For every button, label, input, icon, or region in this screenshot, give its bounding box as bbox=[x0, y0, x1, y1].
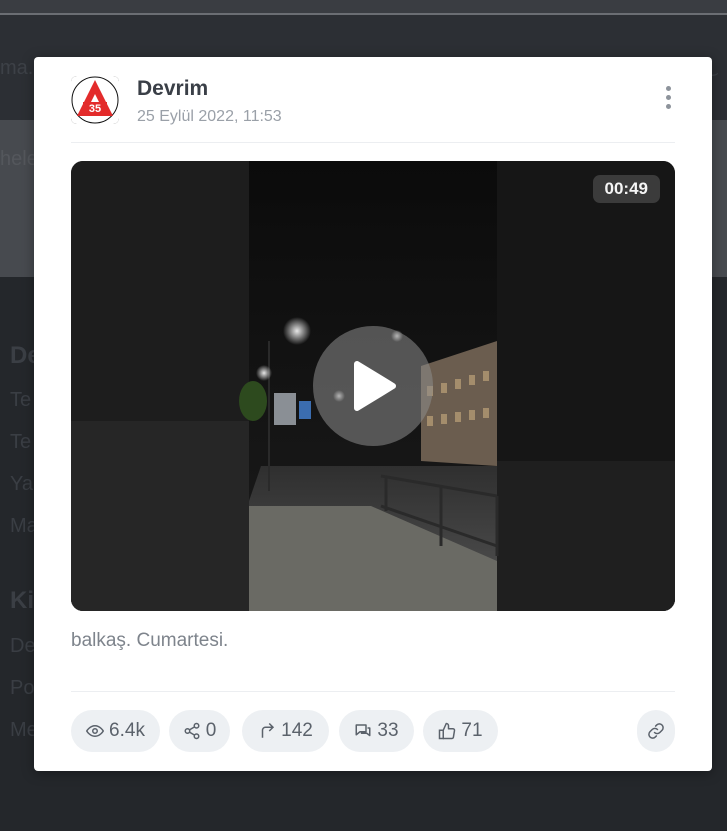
post-header: 35 Devrim 25 Eylül 2022, 11:53 bbox=[71, 76, 675, 143]
link-icon bbox=[648, 723, 664, 739]
copy-link-button[interactable] bbox=[637, 710, 675, 752]
avatar[interactable]: 35 bbox=[71, 76, 119, 124]
likes-count: 71 bbox=[461, 720, 483, 741]
forwards-count: 142 bbox=[281, 720, 313, 741]
share-icon bbox=[184, 722, 200, 740]
more-options-button[interactable] bbox=[661, 82, 675, 116]
forwards-stat[interactable]: 142 bbox=[242, 710, 329, 752]
eye-icon bbox=[86, 724, 105, 738]
divider bbox=[71, 691, 675, 692]
post-caption: balkaş. Cumartesi. bbox=[71, 630, 229, 651]
views-stat[interactable]: 6.4k bbox=[71, 710, 160, 752]
likes-stat[interactable]: 71 bbox=[423, 710, 498, 752]
shares-stat[interactable]: 0 bbox=[169, 710, 230, 752]
forward-arrow-icon bbox=[261, 722, 275, 738]
post-modal: 35 Devrim 25 Eylül 2022, 11:53 00:49 bal… bbox=[34, 57, 712, 771]
background-item: Ya bbox=[10, 473, 33, 495]
post-date: 25 Eylül 2022, 11:53 bbox=[137, 108, 282, 125]
play-icon bbox=[354, 361, 396, 411]
background-section-title: Ki bbox=[10, 587, 34, 614]
video-player[interactable]: 00:49 bbox=[71, 161, 675, 611]
vertical-dots-icon-dot bbox=[665, 95, 671, 100]
video-duration: 00:49 bbox=[592, 175, 660, 203]
author-name[interactable]: Devrim bbox=[137, 77, 208, 101]
play-button[interactable] bbox=[313, 326, 433, 446]
vertical-dots-icon-dot bbox=[665, 104, 671, 109]
vertical-dots-icon bbox=[665, 86, 671, 91]
background-topbar bbox=[0, 0, 727, 15]
comments-icon bbox=[355, 724, 371, 737]
background-header-text: ma. bbox=[0, 57, 34, 79]
background-item: Te bbox=[10, 431, 32, 453]
avatar-number: 35 bbox=[89, 103, 101, 115]
channel-logo-icon: 35 bbox=[71, 76, 119, 124]
background-item: Po bbox=[10, 677, 35, 699]
comments-count: 33 bbox=[377, 720, 399, 741]
background-band-text: hele bbox=[0, 148, 38, 170]
background-item: Te bbox=[10, 389, 32, 411]
comments-stat[interactable]: 33 bbox=[339, 710, 414, 752]
background-item: De bbox=[10, 635, 36, 657]
shares-count: 0 bbox=[205, 720, 217, 741]
thumbs-up-icon bbox=[439, 722, 456, 740]
views-count: 6.4k bbox=[109, 720, 145, 741]
